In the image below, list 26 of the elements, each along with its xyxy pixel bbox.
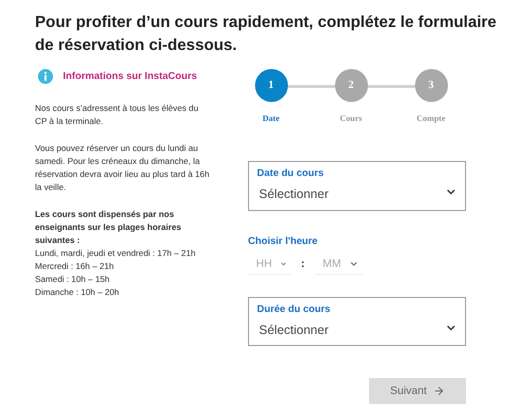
info-icon — [38, 69, 53, 84]
next-button[interactable]: Suivant — [369, 378, 466, 404]
time-separator: : — [301, 257, 305, 272]
schedule-line: Mercredi : 16h – 21h — [35, 260, 115, 273]
page-heading: Pour profiter d’un cours rapidement, complétez le formulaire de réservation ci-dessous. — [35, 13, 498, 56]
hour-select[interactable]: HH — [248, 254, 291, 274]
field-label: Durée du cours — [257, 302, 332, 316]
select-value: Sélectionner — [258, 186, 328, 203]
select-field[interactable]: Durée du cours Sélectionner — [248, 296, 466, 346]
schedule-title: Les cours sont dispensés par nos enseignants sur les plages horaires suivantes : — [35, 208, 182, 247]
minute-select[interactable]: MM — [314, 254, 363, 274]
schedule-line: Samedi : 10h – 15h — [35, 273, 111, 286]
select-field[interactable]: Date du cours Sélectionner — [248, 160, 466, 210]
step-label: Cours — [340, 112, 362, 125]
field-label: Date du cours — [257, 166, 325, 181]
info-title: Informations sur InstaCours — [63, 70, 197, 84]
schedule-line: Dimanche : 10h – 20h — [35, 286, 120, 299]
arrow-right-icon — [432, 385, 445, 398]
select-value: Sélectionner — [258, 322, 328, 338]
chevron-icon — [349, 259, 359, 269]
info-paragraph: Nos cours s’adressent à tous les élèves du CP à la terminale. — [35, 102, 200, 128]
info-paragraph: Vous pouvez réserver un cours du lundi au samedi. Pour les créneaux du dimanche, la réservation devra avoir lieu au plus tard à 16h la veille. — [35, 142, 210, 194]
step-label: Date — [262, 112, 280, 125]
field-label: Choisir l'heure — [248, 234, 319, 248]
schedule-line: Lundi, mardi, jeudi et vendredi : 17h – 21h — [35, 247, 197, 260]
step-label: Compte — [416, 112, 446, 125]
